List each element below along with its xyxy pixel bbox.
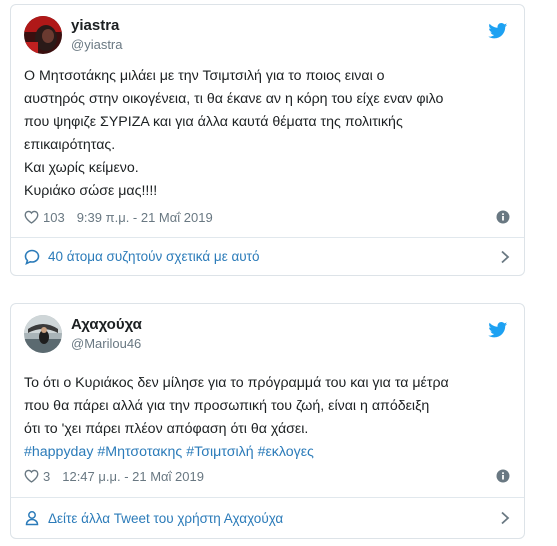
tweet-text: Το ότι ο Κυριάκος δεν μίλησε για το πρόγ… bbox=[24, 372, 510, 464]
info-icon[interactable] bbox=[496, 210, 510, 224]
hashtag-line: #happyday #Μητσοτακης #Τσιμτσιλή #εκλογε… bbox=[24, 441, 510, 464]
tweet-card: yiastra @yiastra Ο Μητσοτάκης μιλάει με … bbox=[10, 4, 525, 276]
tweet-header: Αχαχούχα @Marilou46 bbox=[11, 304, 524, 356]
chat-bubble-icon bbox=[24, 249, 40, 265]
like-count[interactable]: 3 bbox=[43, 469, 50, 484]
twitter-bird-icon[interactable] bbox=[488, 23, 508, 39]
heart-icon[interactable] bbox=[24, 469, 39, 483]
tweet-text: Ο Μητσοτάκης μιλάει με την Τσιμτσιλή για… bbox=[24, 65, 510, 203]
tweet-text-line: Το ότι ο Κυριάκος δεν μίλησε για το πρόγ… bbox=[24, 375, 449, 391]
timestamp[interactable]: 12:47 μ.μ. - 21 Μαΐ 2019 bbox=[62, 469, 204, 484]
conversation-link-text[interactable]: 40 άτομα συζητούν σχετικά με αυτό bbox=[48, 249, 260, 264]
chevron-right-icon[interactable] bbox=[500, 511, 510, 525]
tweet-meta: 3 12:47 μ.μ. - 21 Μαΐ 2019 bbox=[24, 468, 510, 486]
hashtag-link[interactable]: #happyday bbox=[24, 444, 93, 460]
tweet-text-line: Ο Μητσοτάκης μιλάει με την Τσιμτσιλή για… bbox=[24, 68, 385, 84]
hashtag-link[interactable]: #Τσιμτσιλή bbox=[186, 444, 253, 460]
tweet-text-line: Κυριάκο σώσε μας!!!! bbox=[24, 183, 158, 199]
like-count[interactable]: 103 bbox=[43, 210, 65, 225]
more-tweets-link[interactable]: Δείτε άλλα Tweet του χρήστη Αχαχούχα bbox=[11, 497, 524, 538]
timestamp[interactable]: 9:39 π.μ. - 21 Μαΐ 2019 bbox=[77, 210, 213, 225]
tweet-text-line: που θα πάρει αλλά για την προσωπική του … bbox=[24, 398, 430, 414]
tweet-card: Αχαχούχα @Marilou46 Το ότι ο Κυριάκος δε… bbox=[10, 303, 525, 539]
tweet-text-line: αυστηρός στην οικογένεια, τι θα έκανε αν… bbox=[24, 91, 444, 107]
twitter-bird-icon[interactable] bbox=[488, 322, 508, 338]
tweet-text-line: Και χωρίς κείμενο. bbox=[24, 160, 139, 176]
tweet-meta: 103 9:39 π.μ. - 21 Μαΐ 2019 bbox=[24, 209, 510, 227]
tweet-header: yiastra @yiastra bbox=[11, 5, 524, 57]
more-tweets-link-text[interactable]: Δείτε άλλα Tweet του χρήστη Αχαχούχα bbox=[48, 511, 283, 526]
hashtag-link[interactable]: #Μητσοτακης bbox=[97, 444, 182, 460]
hashtag-link[interactable]: #εκλογες bbox=[258, 444, 314, 460]
avatar[interactable] bbox=[24, 16, 62, 54]
user-handle[interactable]: @yiastra bbox=[71, 37, 123, 53]
info-icon[interactable] bbox=[496, 469, 510, 483]
person-icon bbox=[25, 511, 39, 526]
display-name[interactable]: yiastra bbox=[71, 17, 119, 35]
tweet-text-line: ότι το 'χει πάρει πλέον απόφαση ότι θα χ… bbox=[24, 421, 309, 437]
user-handle[interactable]: @Marilou46 bbox=[71, 336, 141, 352]
chevron-right-icon[interactable] bbox=[500, 250, 510, 264]
tweet-text-line: επικαιρότητας. bbox=[24, 137, 116, 153]
heart-icon[interactable] bbox=[24, 210, 39, 224]
display-name[interactable]: Αχαχούχα bbox=[71, 316, 142, 334]
avatar[interactable] bbox=[24, 315, 62, 353]
conversation-link[interactable]: 40 άτομα συζητούν σχετικά με αυτό bbox=[11, 237, 524, 275]
tweet-text-line: που ψηφιζε ΣΥΡΙΖΑ και για άλλα καυτά θέμ… bbox=[24, 114, 403, 130]
